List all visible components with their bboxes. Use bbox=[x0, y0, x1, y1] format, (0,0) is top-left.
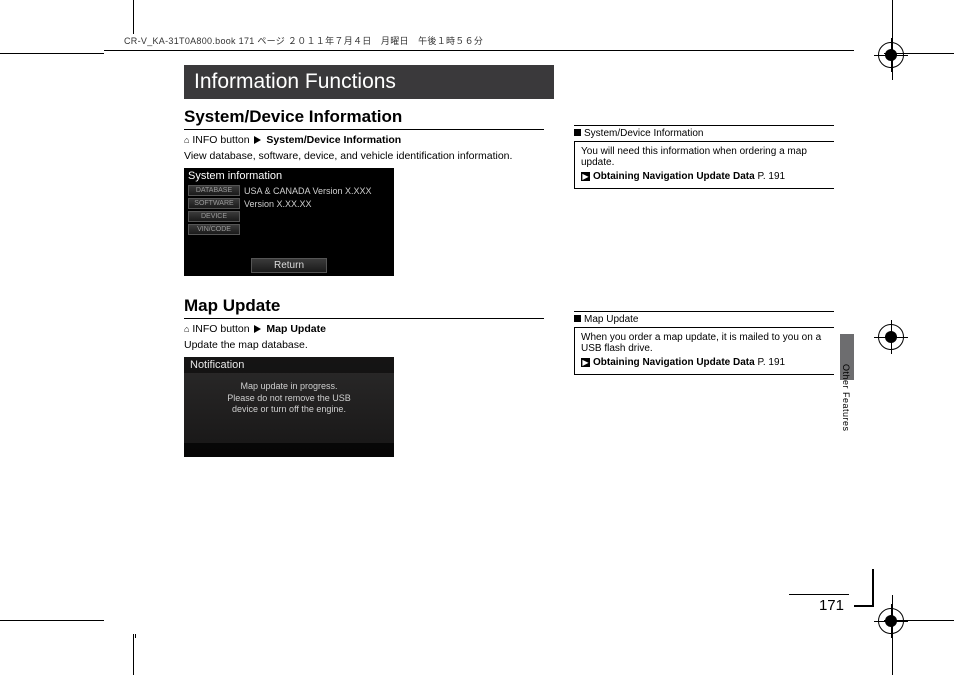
square-icon bbox=[574, 315, 581, 322]
sidebox-page-ref: P. 191 bbox=[757, 171, 785, 182]
breadcrumb-target: System/Device Information bbox=[266, 134, 401, 146]
screen-msg-line: Map update in progress. bbox=[196, 381, 382, 393]
chevron-right-icon bbox=[254, 136, 261, 144]
book-header-line: CR-V_KA-31T0A800.book 171 ページ ２０１１年７月４日 … bbox=[104, 34, 854, 50]
info-icon: ⌂ bbox=[184, 135, 189, 145]
sidebox-body: When you order a map update, it is maile… bbox=[574, 328, 834, 375]
screen-msg-line: Please do not remove the USB bbox=[196, 393, 382, 405]
document-page: CR-V_KA-31T0A800.book 171 ページ ２０１１年７月４日 … bbox=[104, 34, 854, 634]
link-icon: ▶ bbox=[581, 172, 590, 181]
breadcrumb-system-device: ⌂ INFO button System/Device Information bbox=[184, 134, 544, 146]
system-info-screenshot: System information DATABASE USA & CANADA… bbox=[184, 168, 394, 276]
section-title-system-device: System/Device Information bbox=[184, 107, 544, 130]
breadcrumb-prefix: INFO button bbox=[192, 323, 249, 335]
sidebox-link: Obtaining Navigation Update Data bbox=[593, 171, 755, 182]
screen-title: System information bbox=[184, 168, 394, 184]
return-button: Return bbox=[251, 258, 327, 273]
sidebox-heading: Map Update bbox=[574, 311, 834, 328]
screen-msg-line: device or turn off the engine. bbox=[196, 404, 382, 416]
screen-button: DEVICE bbox=[188, 211, 240, 222]
screen-value: Version X.XX.XX bbox=[244, 199, 312, 209]
notification-screenshot: Notification Map update in progress. Ple… bbox=[184, 357, 394, 457]
breadcrumb-target: Map Update bbox=[266, 323, 326, 335]
breadcrumb-prefix: INFO button bbox=[192, 134, 249, 146]
screen-button: DATABASE bbox=[188, 185, 240, 196]
screen-value: USA & CANADA Version X.XXX bbox=[244, 186, 372, 196]
sidebox-body: You will need this information when orde… bbox=[574, 142, 834, 189]
sidebox-heading: System/Device Information bbox=[574, 125, 834, 142]
square-icon bbox=[574, 129, 581, 136]
info-icon: ⌂ bbox=[184, 324, 189, 334]
sidebox-text: When you order a map update, it is maile… bbox=[581, 332, 828, 354]
link-icon: ▶ bbox=[581, 358, 590, 367]
section-tab-label: Other Features bbox=[841, 364, 851, 432]
sidebox-text: You will need this information when orde… bbox=[581, 146, 828, 168]
chapter-banner: Information Functions bbox=[184, 65, 554, 99]
breadcrumb-map-update: ⌂ INFO button Map Update bbox=[184, 323, 544, 335]
section-description: View database, software, device, and veh… bbox=[184, 150, 544, 162]
page-number: 171 bbox=[819, 597, 844, 614]
main-column: System/Device Information ⌂ INFO button … bbox=[184, 99, 544, 457]
screen-button: VIN/CODE bbox=[188, 224, 240, 235]
chevron-right-icon bbox=[254, 325, 261, 333]
sidebox-page-ref: P. 191 bbox=[757, 357, 785, 368]
side-column: System/Device Information You will need … bbox=[574, 99, 834, 457]
section-description: Update the map database. bbox=[184, 339, 544, 351]
section-title-map-update: Map Update bbox=[184, 296, 544, 319]
screen-button: SOFTWARE bbox=[188, 198, 240, 209]
sidebox-link: Obtaining Navigation Update Data bbox=[593, 357, 755, 368]
screen-title: Notification bbox=[184, 357, 394, 373]
